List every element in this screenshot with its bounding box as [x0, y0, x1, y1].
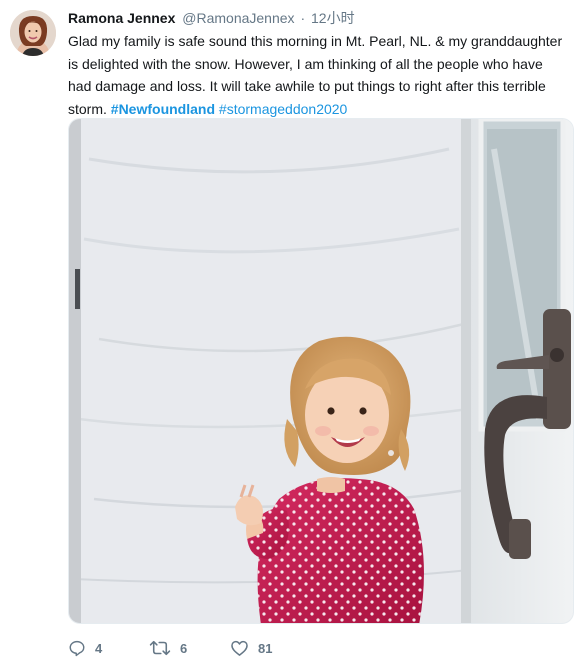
- reply-icon: [69, 640, 85, 657]
- avatar-photo: [10, 10, 56, 56]
- like-button[interactable]: 81: [230, 638, 272, 658]
- reply-count: 4: [95, 640, 103, 656]
- photo-image: [69, 119, 573, 623]
- user-handle[interactable]: @RamonaJennex: [182, 10, 294, 26]
- display-name[interactable]: Ramona Jennex: [68, 10, 175, 26]
- separator-dot: ·: [300, 10, 306, 26]
- retweet-count: 6: [180, 640, 188, 656]
- reply-button[interactable]: 4: [68, 638, 102, 658]
- tweet-photo[interactable]: [68, 118, 574, 624]
- tweet-header: Ramona Jennex @RamonaJennex · 12小时: [68, 9, 355, 27]
- tweet-text-line: had damage and loss. It will take awhile…: [68, 78, 546, 94]
- timestamp[interactable]: 12小时: [311, 10, 355, 26]
- retweet-button[interactable]: 6: [149, 638, 187, 658]
- avatar[interactable]: [10, 10, 56, 56]
- tweet-card[interactable]: Ramona Jennex @RamonaJennex · 12小时 Glad …: [0, 0, 584, 664]
- retweet-icon: [149, 640, 171, 656]
- like-count: 81: [258, 640, 273, 656]
- tweet-text-line: Glad my family is safe sound this mornin…: [68, 33, 563, 49]
- tweet-text-fragment: storm.: [68, 100, 107, 117]
- tweet-text-line: is delighted with the snow. However, I a…: [68, 55, 543, 72]
- hashtag-link[interactable]: #stormageddon2020: [219, 101, 347, 117]
- tweet-text-line: storm. #Newfoundland #stormageddon2020: [68, 98, 568, 121]
- heart-icon: [231, 640, 248, 656]
- hashtag-link[interactable]: #Newfoundland: [111, 101, 215, 117]
- tweet-text: Glad my family is safe sound this mornin…: [68, 30, 568, 120]
